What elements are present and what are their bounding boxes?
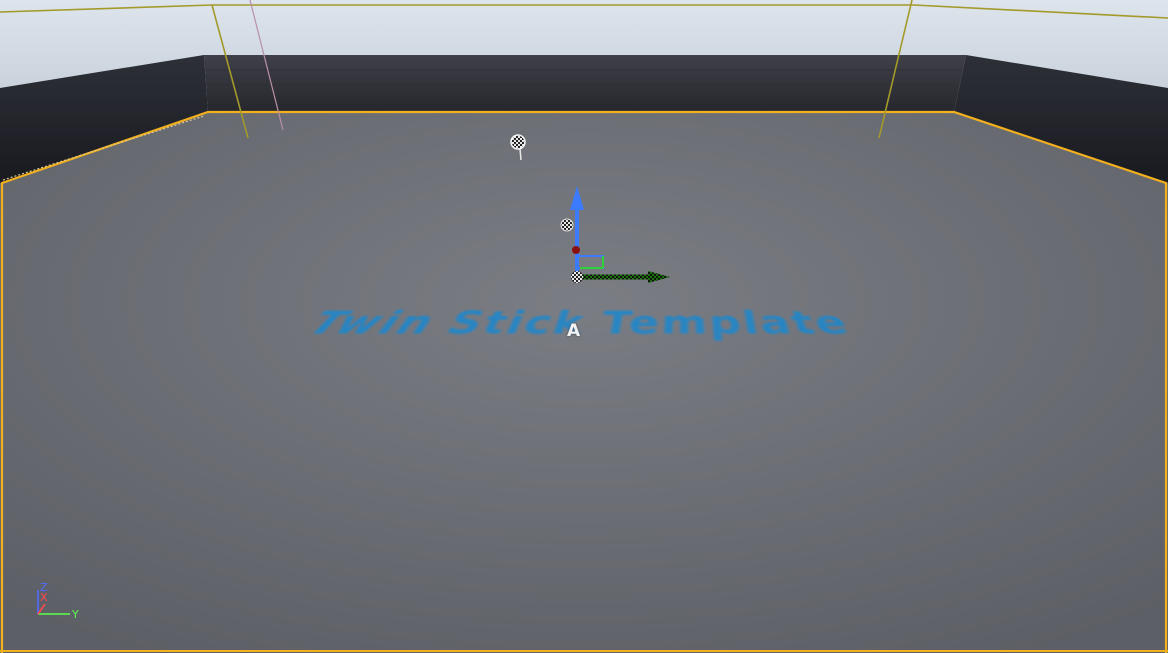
axis-indicator: Z X Y xyxy=(30,578,100,628)
axis-y-label: Y xyxy=(72,608,79,621)
floor xyxy=(0,112,1168,653)
level-viewport[interactable]: Twin Stick Template A Z X Y xyxy=(0,0,1168,653)
back-wall xyxy=(204,55,966,112)
axis-x-label: X xyxy=(40,591,48,604)
actor-label: A xyxy=(567,321,581,341)
